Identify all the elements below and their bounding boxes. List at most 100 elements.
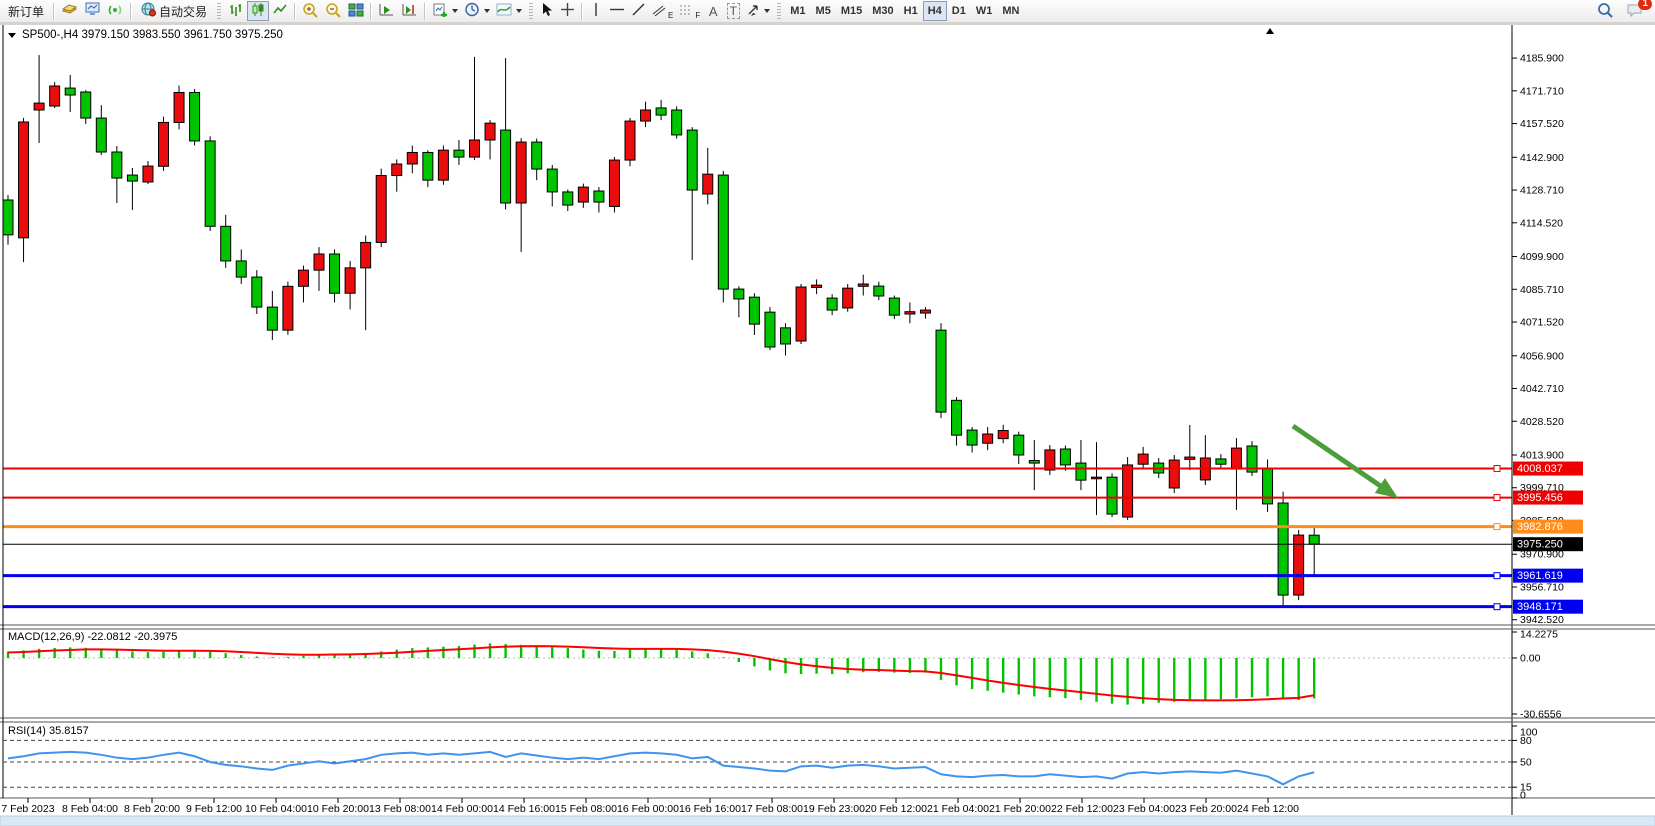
line-handle[interactable] xyxy=(1494,495,1500,501)
text-label-button[interactable]: T xyxy=(723,1,743,21)
price-box-label: 3948.171 xyxy=(1517,601,1563,613)
cursor-button[interactable] xyxy=(537,1,557,21)
gold-book-icon xyxy=(61,2,78,20)
vertical-line-button[interactable] xyxy=(586,1,606,21)
toolbar-grip[interactable] xyxy=(777,3,781,19)
candle xyxy=(205,141,215,226)
notifications-button[interactable]: 1 xyxy=(1623,1,1647,21)
time-axis-label: 20 Feb 12:00 xyxy=(865,803,927,815)
indicators-button[interactable] xyxy=(493,1,525,21)
crosshair-button[interactable] xyxy=(557,1,578,21)
time-axis-label: 16 Feb 00:00 xyxy=(617,803,679,815)
toolbar-grip[interactable] xyxy=(217,3,221,19)
timeframe-bar: M1M5M15M30H1H4D1W1MN xyxy=(785,1,1024,21)
candle xyxy=(159,122,169,166)
price-axis-tick-label: 4056.900 xyxy=(1520,350,1564,362)
line-handle[interactable] xyxy=(1494,466,1500,472)
candle xyxy=(127,175,137,181)
time-axis-label: 17 Feb 08:00 xyxy=(741,803,803,815)
candle xyxy=(547,169,557,192)
timeframe-m30[interactable]: M30 xyxy=(867,1,898,21)
signals-button[interactable] xyxy=(104,1,127,21)
candle xyxy=(314,254,324,270)
timeframe-m5[interactable]: M5 xyxy=(811,1,836,21)
candle xyxy=(936,330,946,412)
periods-button[interactable] xyxy=(461,1,493,21)
time-axis-label: 16 Feb 16:00 xyxy=(679,803,741,815)
chevron-down-icon xyxy=(764,9,770,13)
line-chart-button[interactable] xyxy=(269,1,291,21)
time-axis-label: 15 Feb 08:00 xyxy=(555,803,617,815)
new-chart-button[interactable] xyxy=(429,1,461,21)
toolbar-separator xyxy=(130,3,132,20)
timeframe-d1[interactable]: D1 xyxy=(947,1,971,21)
price-axis-tick-label: 4142.900 xyxy=(1520,152,1564,164)
price-axis-tick-label: 4085.710 xyxy=(1520,284,1564,296)
line-handle[interactable] xyxy=(1494,524,1500,530)
timeframe-h4[interactable]: H4 xyxy=(923,1,947,21)
line-handle[interactable] xyxy=(1494,573,1500,579)
fibonacci-button[interactable]: F xyxy=(676,1,703,21)
auto-scroll-button[interactable] xyxy=(375,1,398,21)
price-box-label: 3975.250 xyxy=(1517,539,1563,551)
chart-canvas[interactable]: 4185.9004171.7104157.5204142.9004128.710… xyxy=(0,25,1655,826)
new-order-button[interactable]: 新订单 xyxy=(2,1,50,21)
candle xyxy=(718,175,728,289)
candle xyxy=(796,287,806,341)
channel-letter: E xyxy=(668,11,673,20)
candle xyxy=(1123,465,1133,517)
timeframe-w1[interactable]: W1 xyxy=(971,1,998,21)
text-button[interactable]: A xyxy=(703,1,723,21)
time-axis-label: 14 Feb 00:00 xyxy=(431,803,493,815)
timeframe-mn[interactable]: MN xyxy=(997,1,1024,21)
autotrading-button[interactable]: 自动交易 xyxy=(135,1,213,21)
candle xyxy=(641,110,651,121)
candle xyxy=(361,242,371,267)
equidistant-channel-button[interactable]: E xyxy=(649,1,676,21)
timeframe-m15[interactable]: M15 xyxy=(836,1,867,21)
candle xyxy=(983,434,993,443)
chart-shift-button[interactable] xyxy=(398,1,421,21)
candle xyxy=(1231,448,1241,469)
zoom-in-button[interactable] xyxy=(299,1,322,21)
candle xyxy=(578,187,588,202)
candle xyxy=(703,174,713,194)
crosshair-icon xyxy=(560,2,575,20)
timeframe-m1[interactable]: M1 xyxy=(785,1,810,21)
arrows-button[interactable] xyxy=(743,1,773,21)
candle xyxy=(3,200,13,235)
time-axis-label: 21 Feb 20:00 xyxy=(989,803,1051,815)
channel-icon xyxy=(652,4,666,19)
line-handle[interactable] xyxy=(1494,604,1500,610)
search-button[interactable] xyxy=(1594,1,1617,21)
tile-windows-button[interactable] xyxy=(345,1,367,21)
time-axis-label: 22 Feb 12:00 xyxy=(1051,803,1113,815)
time-axis-label: 10 Feb 04:00 xyxy=(245,803,307,815)
candle xyxy=(1309,535,1319,544)
zoom-out-button[interactable] xyxy=(322,1,345,21)
candle xyxy=(96,118,106,152)
bar-chart-icon xyxy=(228,2,244,20)
price-axis-tick-label: 4114.520 xyxy=(1520,217,1563,229)
bar-chart-button[interactable] xyxy=(225,1,247,21)
candle xyxy=(905,312,915,314)
terminal-button[interactable] xyxy=(81,1,104,21)
toolbar-grip[interactable] xyxy=(529,3,533,19)
price-axis-tick-label: 4185.900 xyxy=(1520,53,1564,65)
chevron-down-icon xyxy=(484,9,490,13)
zoom-out-icon xyxy=(325,2,342,21)
autotrading-globe-icon xyxy=(141,2,157,20)
timeframe-h1[interactable]: H1 xyxy=(899,1,923,21)
trendline-button[interactable] xyxy=(628,1,649,21)
candle xyxy=(283,286,293,330)
order-history-button[interactable] xyxy=(58,1,81,21)
candle xyxy=(485,123,495,140)
text-icon: A xyxy=(709,4,718,19)
candle xyxy=(781,328,791,344)
candle xyxy=(190,92,200,140)
candlestick-chart-button[interactable] xyxy=(247,1,269,21)
horizontal-line-button[interactable] xyxy=(606,1,628,21)
candle xyxy=(687,130,697,190)
text-label-icon: T xyxy=(727,3,740,19)
horizontal-scrollbar[interactable] xyxy=(0,816,1655,826)
